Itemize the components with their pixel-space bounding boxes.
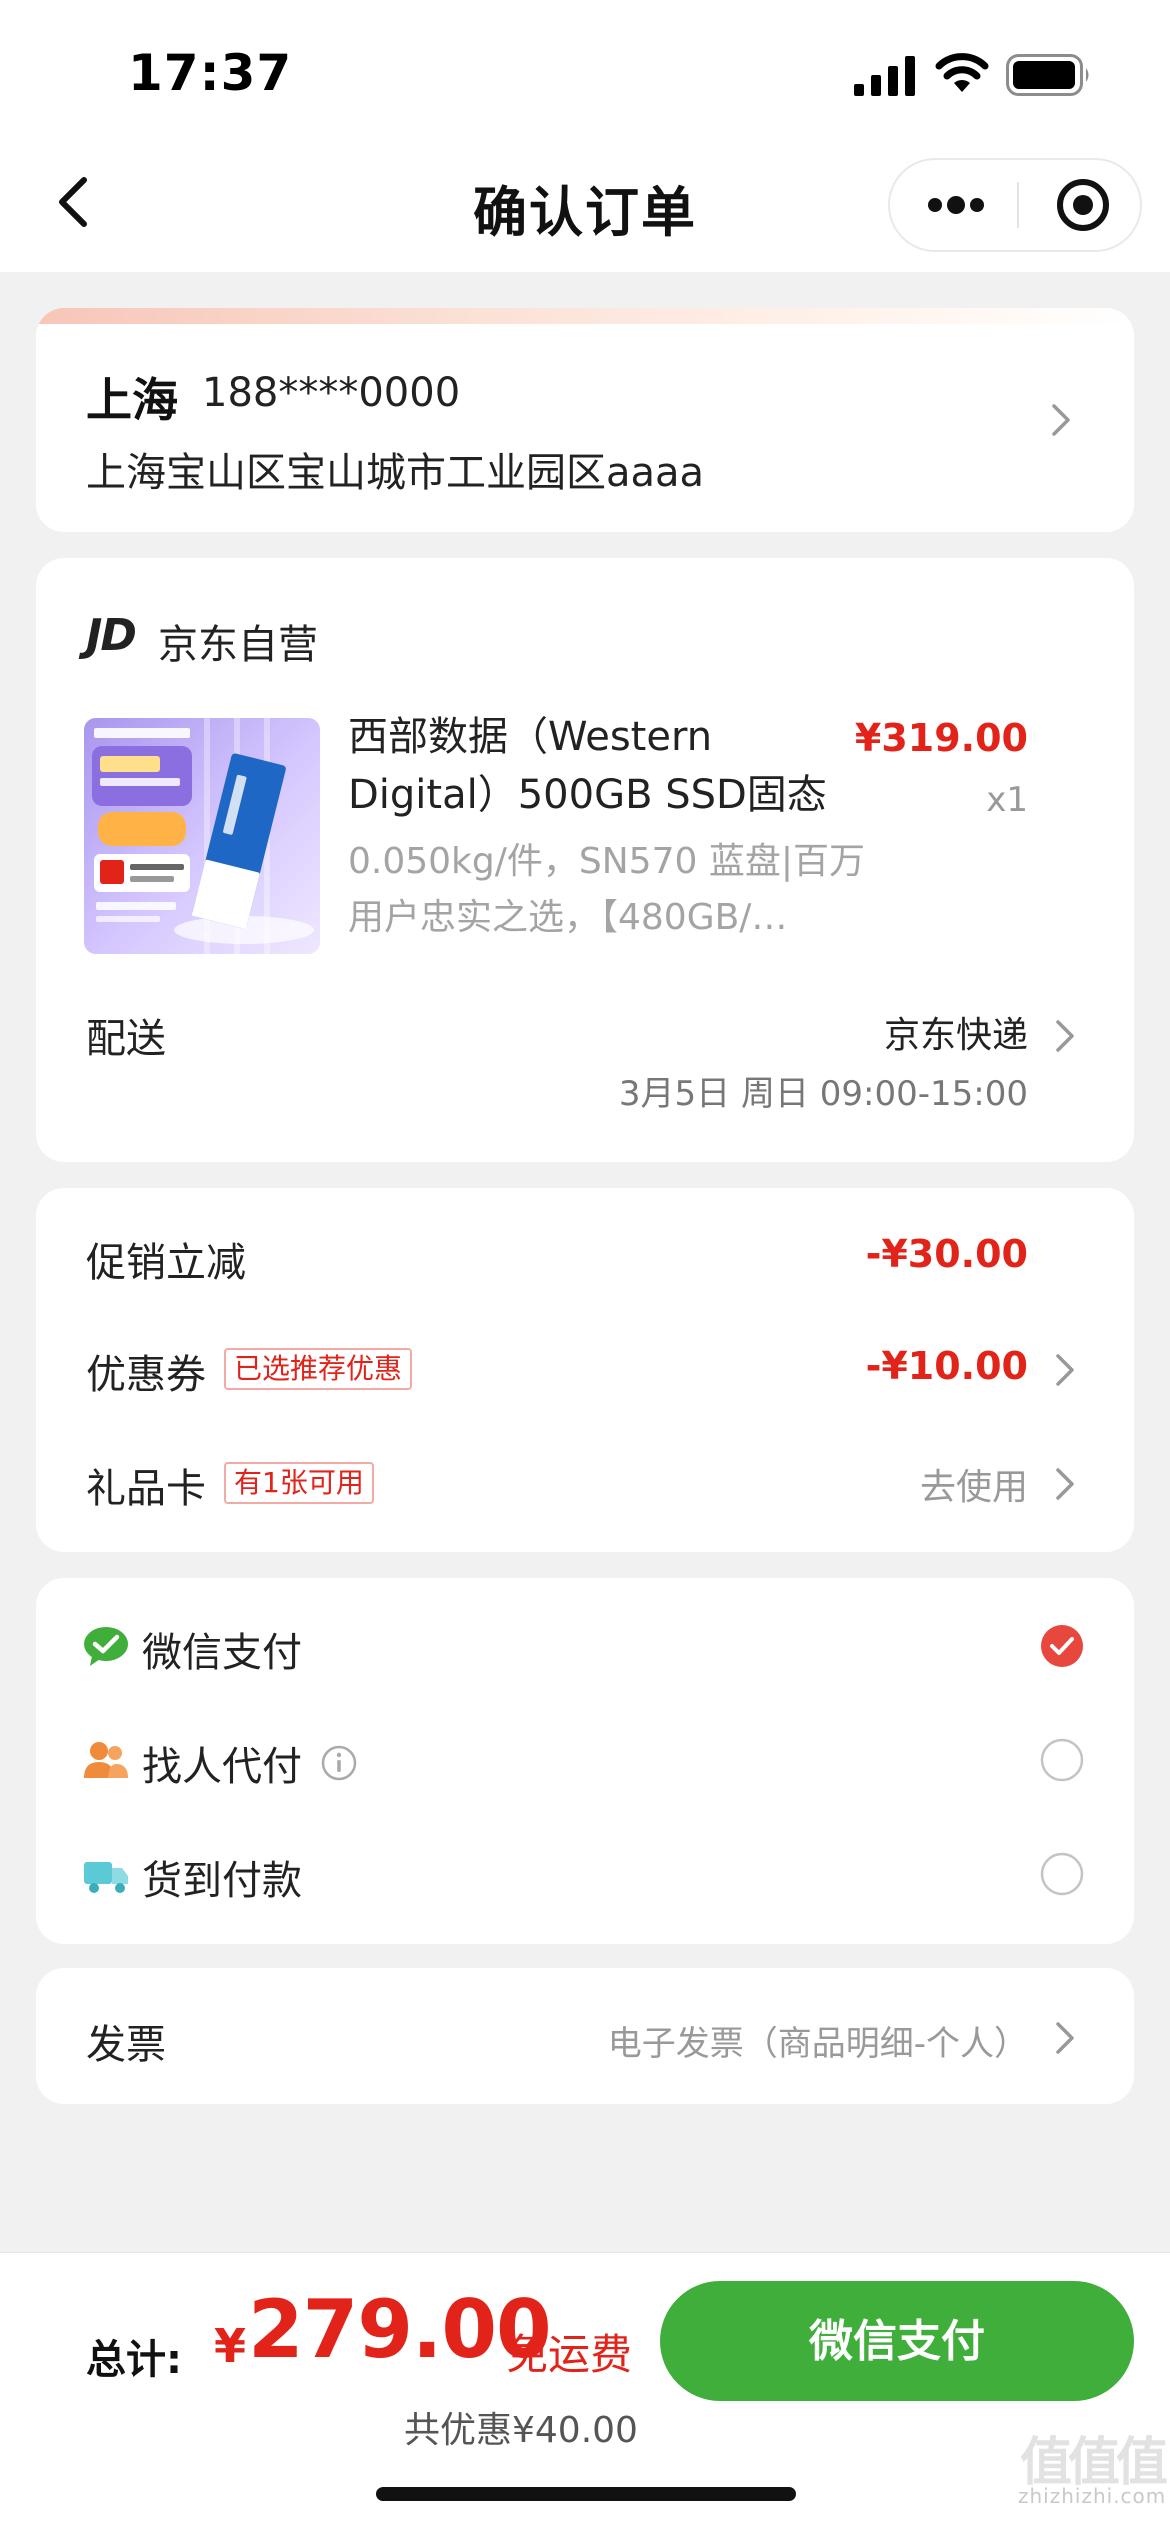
total-savings: 共优惠¥40.00	[404, 2410, 638, 2451]
address-card[interactable]: 上海 188****0000 上海宝山区宝山城市工业园区aaaa	[36, 308, 1134, 532]
status-time: 17:37	[128, 44, 293, 102]
more-dots-icon[interactable]	[912, 174, 998, 236]
total-currency: ¥	[214, 2319, 247, 2373]
invoice-card[interactable]: 发票 电子发票（商品明细-个人）	[36, 1968, 1134, 2104]
shop-name: 京东自营	[158, 622, 318, 668]
giftcard-tag: 有1张可用	[224, 1462, 374, 1504]
payment-option-label: 微信支付	[142, 1630, 302, 1676]
chevron-right-icon	[1056, 1020, 1074, 1052]
address-decor-stripe	[36, 308, 1134, 324]
cod-truck-icon	[84, 1862, 128, 1893]
nav-bar: 确认订单	[0, 140, 1170, 272]
invoice-value: 电子发票（商品明细-个人）	[607, 2024, 1028, 2064]
total-label: 总计:	[86, 2337, 182, 2383]
promo-label: 促销立减	[86, 1240, 246, 1286]
coupon-value: -¥10.00	[865, 1344, 1028, 1388]
address-phone: 188****0000	[202, 370, 461, 416]
payment-card: 微信支付 找人代付 货到付款	[36, 1578, 1134, 1944]
radio-checked-icon[interactable]	[1040, 1624, 1084, 1668]
checkout-bar: 总计: ¥ 279.00 免运费 共优惠¥40.00 微信支付	[0, 2252, 1170, 2533]
battery-icon	[1006, 54, 1089, 96]
product-quantity: x1	[986, 780, 1028, 820]
product-spec: 0.050kg/件，SN570 蓝盘|百万用户忠实之选，【480GB/…	[348, 841, 865, 938]
product-card: JD 京东自营 西部数据（Western Digital）500GB SSD固态…	[36, 558, 1134, 1162]
close-target-icon[interactable]	[1040, 174, 1126, 236]
giftcard-label: 礼品卡	[86, 1466, 206, 1512]
shipping-label: 配送	[86, 1016, 166, 1062]
ssd-product-illustration	[84, 718, 320, 954]
radio-unchecked-icon[interactable]	[1040, 1738, 1084, 1782]
mini-program-capsule	[888, 158, 1142, 252]
product-price: ¥319.00	[854, 716, 1028, 760]
cellular-signal-icon	[854, 56, 915, 96]
capsule-divider	[1017, 182, 1019, 228]
top-area: 17:37 确认订单	[0, 0, 1170, 272]
shipping-time: 3月5日 周日 09:00-15:00	[618, 1074, 1028, 1114]
product-title[interactable]: 西部数据（Western Digital）500GB SSD固态硬…	[348, 708, 868, 824]
chevron-right-icon	[1056, 2022, 1074, 2054]
status-bar: 17:37	[0, 0, 1170, 140]
radio-unchecked-icon[interactable]	[1040, 1852, 1084, 1896]
wechat-pay-button[interactable]: 微信支付	[660, 2281, 1134, 2401]
invoice-label: 发票	[86, 2022, 166, 2068]
discount-card: 促销立减 -¥30.00 优惠券 已选推荐优惠 -¥10.00 礼品卡 有1张可…	[36, 1188, 1134, 1552]
shipping-method: 京东快递	[883, 1015, 1028, 1056]
address-city: 上海	[86, 373, 178, 427]
info-icon[interactable]	[320, 1744, 358, 1782]
giftcard-value: 去使用	[919, 1467, 1028, 1508]
payment-option-label: 货到付款	[142, 1858, 302, 1904]
chevron-right-icon	[1056, 1468, 1074, 1500]
payment-option-label: 找人代付	[142, 1744, 302, 1790]
promo-value: -¥30.00	[865, 1232, 1028, 1276]
wechat-pay-icon	[84, 1627, 128, 1666]
friend-pay-icon	[84, 1742, 128, 1778]
jd-logo: JD	[86, 610, 137, 661]
chevron-right-icon	[1052, 404, 1070, 436]
product-image[interactable]	[84, 718, 320, 954]
chevron-right-icon	[1056, 1354, 1074, 1386]
coupon-label: 优惠券	[86, 1352, 206, 1398]
free-shipping-label: 免运费	[506, 2330, 633, 2379]
wifi-icon	[935, 53, 989, 92]
home-indicator[interactable]	[376, 2487, 796, 2501]
address-detail: 上海宝山区宝山城市工业园区aaaa	[86, 450, 705, 496]
watermark-text: zhizhizhi.com	[1018, 2484, 1167, 2508]
coupon-tag: 已选推荐优惠	[224, 1348, 413, 1390]
